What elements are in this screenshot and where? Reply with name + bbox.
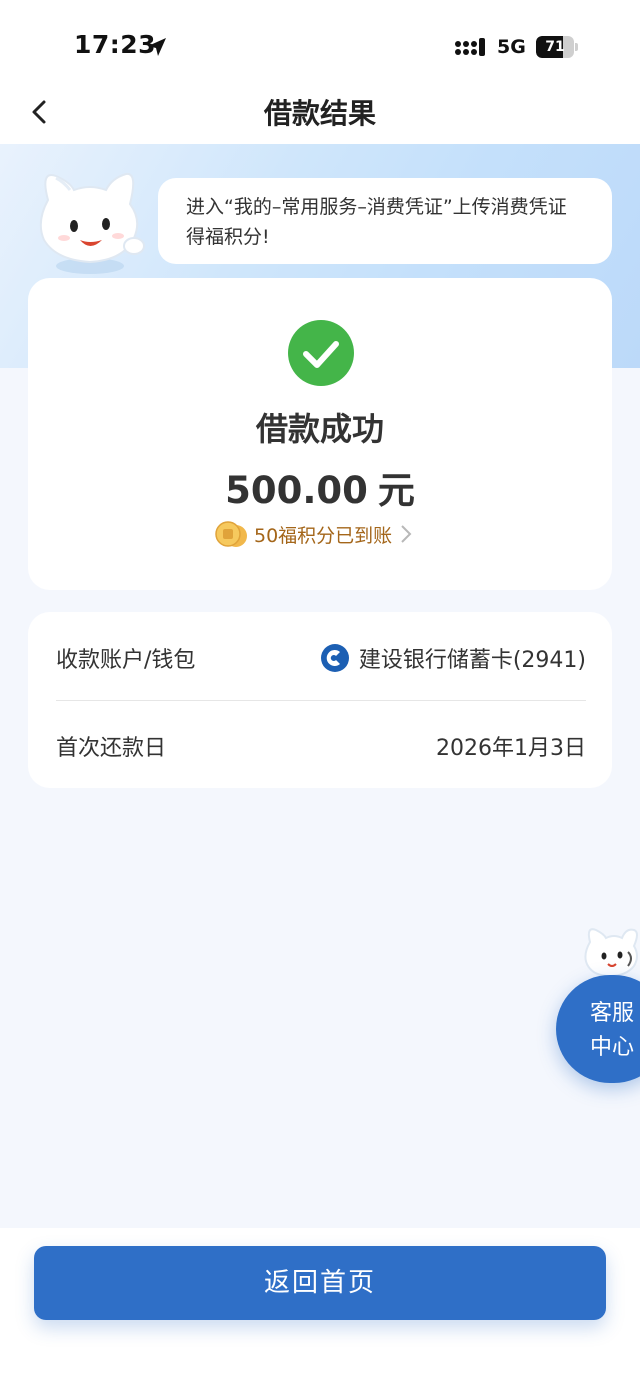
mascot-icon — [39, 172, 145, 274]
amount-value: 500.00 — [225, 469, 368, 512]
status-time: 17:23 — [74, 30, 157, 59]
app-root: 17:23 5G 71 借款结果 进入“我的–常用服务–消费凭证”上传消费凭证得… — [0, 0, 640, 1391]
nav-bar: 借款结果 — [0, 80, 640, 144]
location-arrow-icon — [148, 38, 166, 56]
coin-icon — [215, 521, 247, 547]
account-value-group: 建设银行储蓄卡(2941) — [320, 642, 586, 674]
result-title: 借款成功 — [255, 410, 384, 448]
chevron-right-icon — [401, 525, 412, 543]
repay-date-row: 首次还款日 2026年1月3日 — [56, 700, 586, 788]
account-row: 收款账户/钱包 建设银行储蓄卡(2941) — [56, 612, 586, 700]
back-home-button[interactable]: 返回首页 — [34, 1246, 606, 1320]
battery-icon: 71 — [536, 36, 578, 58]
customer-service-label: 客服中心 — [589, 1001, 634, 1060]
tip-text: 进入“我的–常用服务–消费凭证”上传消费凭证得福积分! — [186, 196, 567, 248]
network-type: 5G — [497, 36, 526, 58]
repay-date-label: 首次还款日 — [56, 736, 167, 761]
footer: 返回首页 — [0, 1228, 640, 1391]
info-card: 收款账户/钱包 建设银行储蓄卡(2941) 首次还款日 2026年1月3日 — [28, 612, 612, 788]
back-home-label: 返回首页 — [263, 1268, 376, 1298]
points-link[interactable]: 50福积分已到账 — [214, 518, 412, 550]
success-check-icon — [288, 320, 354, 386]
ccb-bank-logo-icon — [320, 644, 349, 672]
tip-bubble: 进入“我的–常用服务–消费凭证”上传消费凭证得福积分! — [158, 178, 612, 264]
service-mascot-icon — [584, 928, 638, 978]
result-card: 借款成功 500.00 元 50福积分已到账 — [28, 278, 612, 590]
account-label: 收款账户/钱包 — [56, 648, 196, 673]
amount-display: 500.00 元 — [28, 460, 612, 514]
points-text: 50福积分已到账 — [254, 524, 393, 547]
status-bar: 17:23 5G 71 — [0, 0, 640, 92]
page-title: 借款结果 — [263, 97, 376, 130]
amount-unit: 元 — [377, 469, 415, 512]
account-value: 建设银行储蓄卡(2941) — [358, 648, 586, 673]
customer-service-button[interactable]: 客服中心 — [556, 975, 640, 1083]
signal-icon — [455, 38, 485, 56]
repay-date-value: 2026年1月3日 — [436, 736, 586, 761]
battery-level-text: 71 — [545, 39, 565, 55]
